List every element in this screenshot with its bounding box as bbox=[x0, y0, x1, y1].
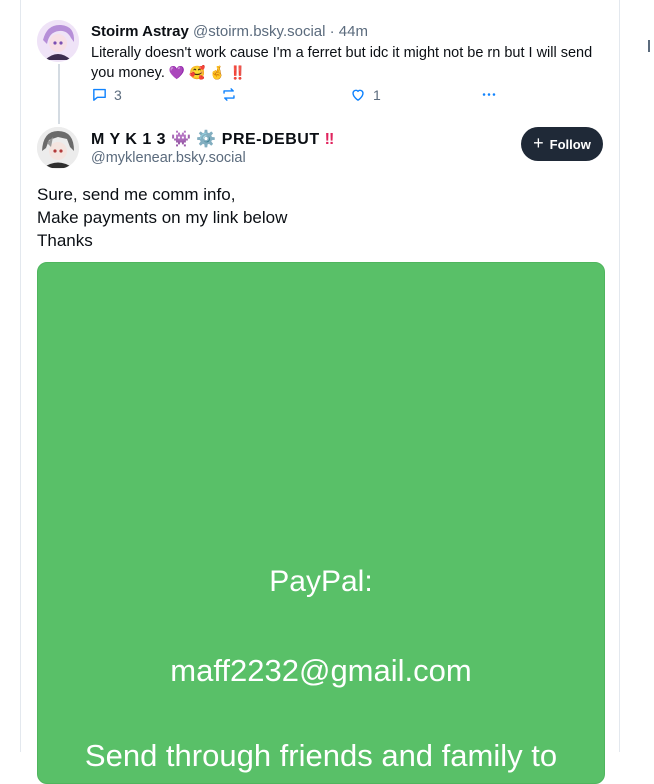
reply-icon bbox=[93, 88, 106, 101]
reply-text-content: Literally doesn't work cause I'm a ferre… bbox=[91, 45, 593, 81]
reply-actions: 3 1 bbox=[91, 86, 521, 106]
more-icon bbox=[482, 93, 496, 96]
post-name-text: M Y K 1 3 bbox=[91, 131, 167, 148]
follow-button[interactable]: + Follow bbox=[521, 127, 603, 161]
plus-icon: + bbox=[533, 133, 544, 153]
image-paypal-label: PayPal: bbox=[269, 565, 373, 598]
repost-button[interactable] bbox=[220, 86, 238, 103]
image-email: maff2232@gmail.com bbox=[170, 653, 472, 688]
gear-emoji: ⚙️ bbox=[196, 131, 217, 148]
reply-display-name[interactable]: Stoirm Astray bbox=[91, 23, 189, 40]
thread-connector-line bbox=[58, 64, 60, 124]
post-body-line: Thanks bbox=[37, 231, 93, 250]
feed-right-border bbox=[619, 0, 620, 752]
post-body-line: Make payments on my link below bbox=[37, 208, 288, 227]
double-exclamation-emoji: ‼️ bbox=[229, 65, 246, 80]
crossed-fingers-emoji: 🤞 bbox=[209, 65, 226, 80]
reply-handle[interactable]: @stoirm.bsky.social bbox=[193, 23, 325, 40]
reply-timestamp[interactable]: · 44m bbox=[330, 23, 368, 40]
post-display-name[interactable]: M Y K 1 3 👾 ⚙️ PRE-DEBUT ‼ bbox=[91, 129, 335, 149]
reply-avatar[interactable] bbox=[37, 20, 79, 62]
post-avatar[interactable] bbox=[37, 127, 79, 169]
post-handle[interactable]: @myklenear.bsky.social bbox=[91, 150, 246, 166]
like-button[interactable]: 1 bbox=[349, 86, 381, 103]
purple-heart-emoji: 💜 bbox=[168, 65, 186, 80]
post-body-line: Sure, send me comm info, bbox=[37, 185, 236, 204]
alien-monster-emoji: 👾 bbox=[171, 131, 192, 148]
reply-text: Literally doesn't work cause I'm a ferre… bbox=[91, 44, 601, 83]
reply-button[interactable]: 3 bbox=[91, 86, 122, 103]
post-image[interactable]: PayPal: maff2232@gmail.com Send through … bbox=[37, 262, 605, 784]
sidebar-edge-icon bbox=[648, 40, 654, 52]
post-body: Sure, send me comm info, Make payments o… bbox=[37, 183, 287, 252]
repost-icon bbox=[223, 88, 235, 101]
image-cut-text: Send through friends and family to bbox=[84, 738, 558, 773]
like-icon bbox=[352, 89, 364, 101]
smiling-hearts-emoji: 🥰 bbox=[189, 65, 206, 80]
post-name-suffix: PRE-DEBUT bbox=[221, 131, 320, 148]
reply-count: 3 bbox=[114, 86, 122, 103]
name-alert-emoji: ‼ bbox=[324, 131, 335, 148]
like-count: 1 bbox=[373, 86, 381, 103]
feed-left-border bbox=[20, 0, 21, 752]
more-options-button[interactable] bbox=[480, 86, 498, 103]
reply-header: Stoirm Astray @stoirm.bsky.social · 44m bbox=[91, 23, 368, 40]
follow-label: Follow bbox=[549, 136, 591, 152]
